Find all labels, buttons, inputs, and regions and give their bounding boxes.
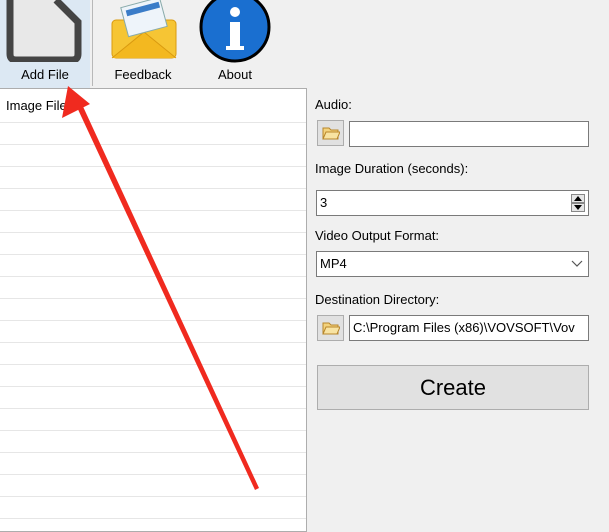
list-row: [0, 188, 306, 189]
add-file-label: Add File: [21, 67, 69, 82]
list-row: [0, 320, 306, 321]
about-button[interactable]: About: [190, 0, 280, 88]
toolbar-separator: [92, 0, 93, 86]
list-row: [0, 452, 306, 453]
folder-icon: [321, 322, 340, 335]
destination-browse-button[interactable]: [317, 315, 344, 341]
duration-label: Image Duration (seconds):: [315, 161, 469, 176]
list-row: [0, 166, 306, 167]
about-label: About: [218, 67, 252, 82]
envelope-icon: [111, 0, 177, 59]
format-select[interactable]: MP4: [316, 251, 589, 277]
list-row: [0, 364, 306, 365]
duration-value: 3: [320, 195, 328, 210]
folder-icon: [321, 127, 340, 140]
list-row: [0, 408, 306, 409]
list-row: [0, 122, 306, 123]
list-row: [0, 342, 306, 343]
image-files-list[interactable]: Image Files: [0, 88, 307, 532]
list-row: [0, 518, 306, 519]
chevron-down-icon: [571, 260, 583, 267]
feedback-button[interactable]: Feedback: [98, 0, 188, 88]
destination-input[interactable]: C:\Program Files (x86)\VOVSOFT\Vov: [349, 315, 589, 341]
audio-input[interactable]: [349, 121, 589, 147]
list-row: [0, 232, 306, 233]
list-row: [0, 386, 306, 387]
duration-spinbox[interactable]: 3: [316, 190, 589, 216]
destination-label: Destination Directory:: [315, 292, 440, 307]
spin-arrows-icon[interactable]: [571, 194, 585, 212]
format-label: Video Output Format:: [315, 228, 440, 243]
list-row: [0, 496, 306, 497]
audio-browse-button[interactable]: [317, 120, 344, 146]
audio-label: Audio:: [315, 97, 352, 112]
file-icon: [6, 0, 82, 62]
add-file-button[interactable]: Add File: [0, 0, 90, 88]
info-icon: [199, 0, 271, 63]
list-row: [0, 430, 306, 431]
format-value: MP4: [320, 256, 347, 271]
feedback-label: Feedback: [114, 67, 172, 82]
list-row: [0, 298, 306, 299]
list-row: [0, 210, 306, 211]
list-row: [0, 474, 306, 475]
list-row: [0, 254, 306, 255]
list-row: [0, 144, 306, 145]
list-row: [0, 276, 306, 277]
create-button[interactable]: Create: [317, 365, 589, 410]
image-files-header: Image Files: [6, 98, 74, 113]
